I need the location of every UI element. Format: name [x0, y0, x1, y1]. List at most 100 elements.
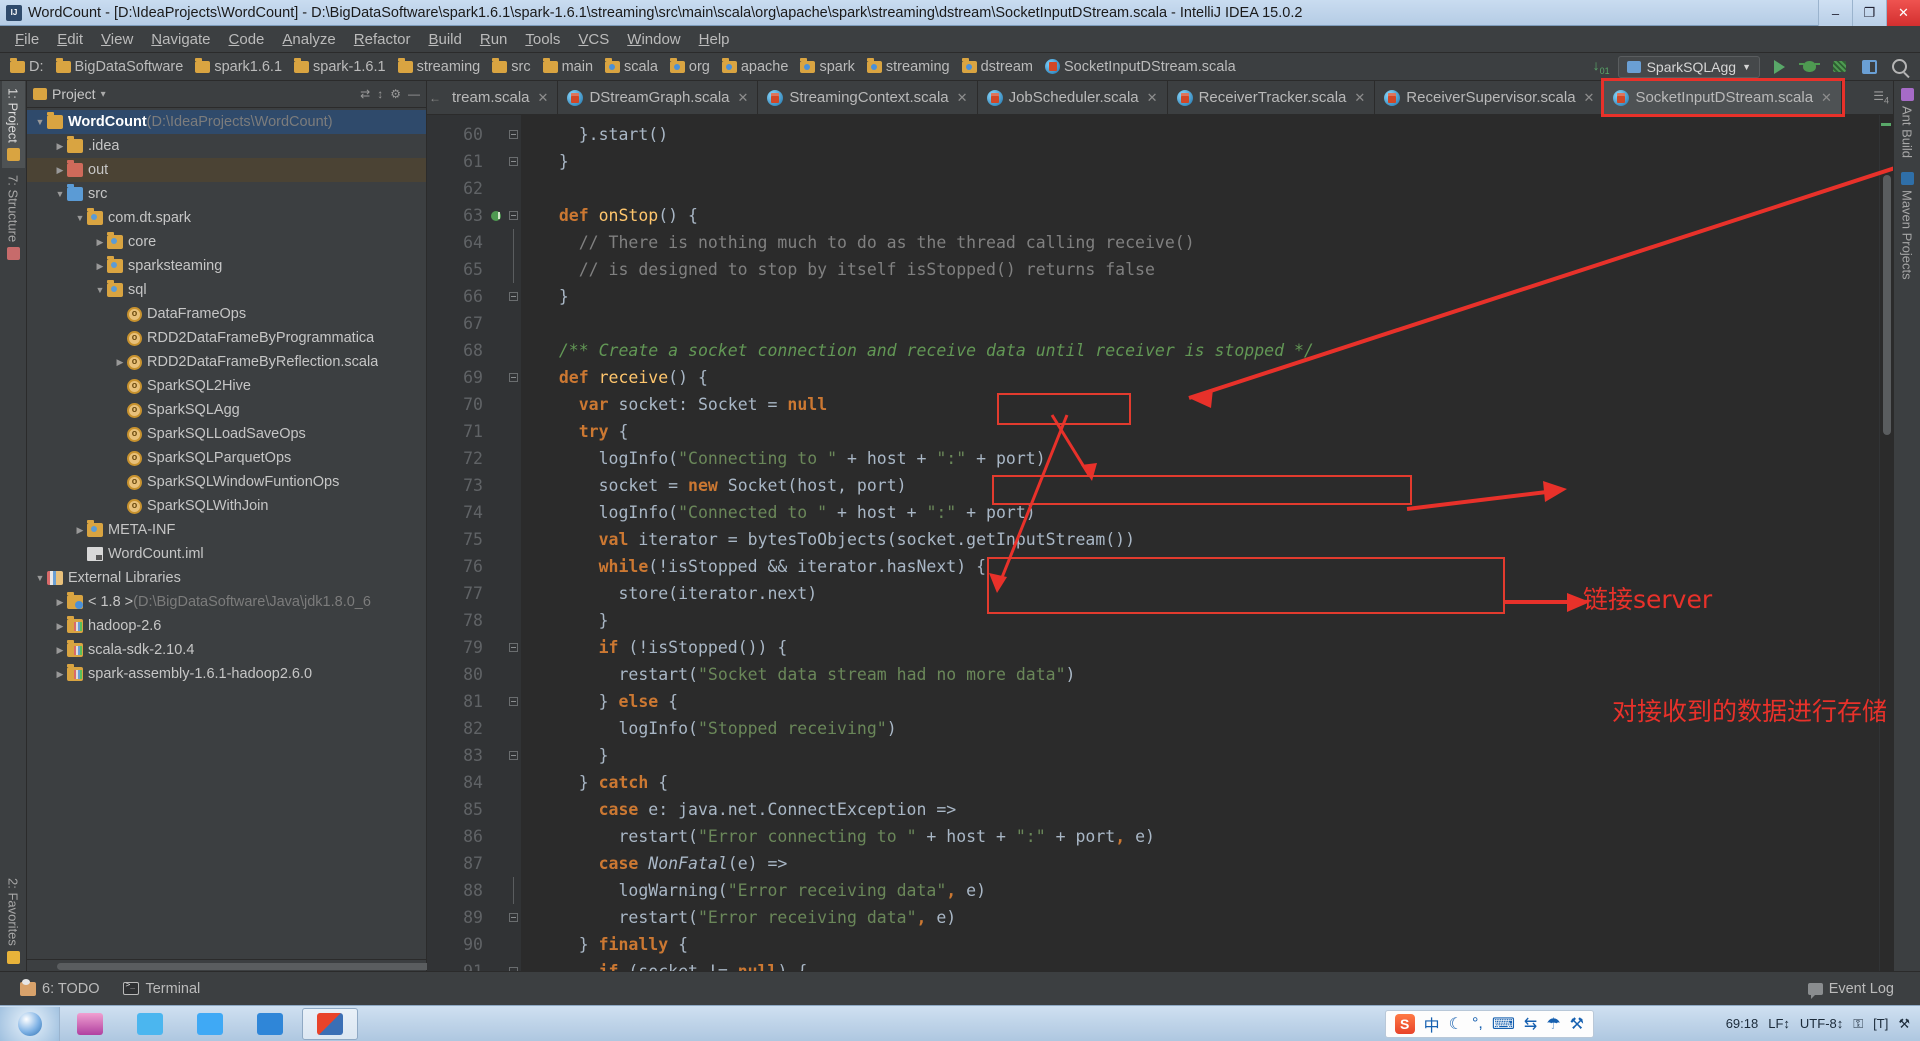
tree-node[interactable]: DataFrameOps [27, 302, 426, 326]
minimize-button[interactable]: – [1818, 0, 1852, 26]
caret-position[interactable]: 69:18 [1726, 1016, 1759, 1031]
tool-window-mavenprojects[interactable]: Maven Projects [1896, 165, 1919, 287]
tree-node[interactable]: RDD2DataFrameByProgrammatica [27, 326, 426, 350]
tree-node[interactable]: META-INF [27, 518, 426, 542]
tree-node[interactable]: .idea [27, 134, 426, 158]
close-icon[interactable]: ✕ [1147, 90, 1158, 106]
close-icon[interactable]: ✕ [738, 90, 749, 106]
chevron-right-icon[interactable] [93, 237, 107, 248]
breadcrumb-item-3[interactable]: spark-1.6.1 [290, 57, 393, 76]
menu-refactor[interactable]: Refactor [345, 28, 420, 51]
chevron-right-icon[interactable] [113, 357, 127, 368]
tool-window-antbuild[interactable]: Ant Build [1896, 81, 1919, 165]
taskbar-item-idea[interactable] [302, 1007, 358, 1040]
ime-glyph-4[interactable]: ⇆ [1524, 1014, 1537, 1034]
editor-tab-receivertracker-scala[interactable]: ReceiverTracker.scala ✕ [1168, 81, 1376, 114]
ime-glyph-6[interactable]: ⚒ [1570, 1014, 1584, 1034]
menu-analyze[interactable]: Analyze [273, 28, 344, 51]
breadcrumb-item-10[interactable]: spark [796, 57, 861, 76]
ime-glyph-5[interactable]: ☂ [1546, 1014, 1560, 1034]
menu-edit[interactable]: Edit [48, 28, 92, 51]
maximize-button[interactable]: ❐ [1852, 0, 1886, 26]
breadcrumb-item-5[interactable]: src [488, 57, 537, 76]
tree-node[interactable]: SparkSQLWithJoin [27, 494, 426, 518]
chevron-right-icon[interactable] [53, 645, 67, 656]
collapse-all-icon[interactable]: ⇄ [360, 87, 370, 101]
chevron-down-icon[interactable] [93, 285, 107, 295]
tool-window-favorites[interactable]: 2: Favorites [2, 871, 25, 971]
editor-tab-dstreamgraph-scala[interactable]: DStreamGraph.scala ✕ [558, 81, 759, 114]
project-title[interactable]: Project ▾ [33, 86, 106, 102]
chevron-down-icon[interactable] [33, 117, 47, 127]
menu-run[interactable]: Run [471, 28, 517, 51]
tool-window-project[interactable]: 1: Project [1, 81, 25, 168]
tree-node[interactable]: SparkSQLWindowFuntionOps [27, 470, 426, 494]
editor-tab-streamingcontext-scala[interactable]: StreamingContext.scala ✕ [758, 81, 978, 114]
close-icon[interactable]: ✕ [957, 90, 968, 106]
editor-tab-receiversupervisor-scala[interactable]: ReceiverSupervisor.scala ✕ [1375, 81, 1605, 114]
tab-list-icon[interactable]: ☰4 [1873, 89, 1889, 105]
tree-node[interactable]: WordCount (D:\IdeaProjects\WordCount) [27, 110, 426, 134]
breadcrumb-item-0[interactable]: D: [6, 57, 51, 76]
taskbar-item-app4[interactable] [242, 1008, 298, 1040]
chevron-right-icon[interactable] [53, 141, 67, 152]
close-button[interactable]: ✕ [1886, 0, 1920, 26]
taskbar-item-app2[interactable] [122, 1008, 178, 1040]
search-icon[interactable] [1888, 56, 1910, 78]
chevron-down-icon[interactable] [33, 573, 47, 583]
start-button[interactable] [0, 1006, 60, 1041]
chevron-right-icon[interactable] [53, 597, 67, 608]
ime-glyph-2[interactable]: °, [1472, 1015, 1483, 1033]
menu-view[interactable]: View [92, 28, 142, 51]
menu-code[interactable]: Code [220, 28, 274, 51]
ime-glyph-0[interactable]: 中 [1424, 1012, 1440, 1036]
run-with-coverage-button[interactable] [1828, 56, 1850, 78]
tree-node[interactable]: WordCount.iml [27, 542, 426, 566]
editor-tab-socketinputdstream-scala[interactable]: SocketInputDStream.scala ✕ [1604, 81, 1842, 114]
status-item-terminal[interactable]: Terminal [111, 980, 212, 997]
file-encoding[interactable]: UTF-8↕ [1800, 1016, 1843, 1031]
chevron-right-icon[interactable] [93, 261, 107, 272]
debug-button[interactable] [1798, 56, 1820, 78]
taskbar-item-explorer[interactable] [62, 1008, 118, 1040]
lock-icon[interactable]: ⚿ [1853, 1016, 1863, 1032]
chevron-down-icon[interactable] [53, 189, 67, 199]
tree-node[interactable]: RDD2DataFrameByReflection.scala [27, 350, 426, 374]
tree-node[interactable]: SparkSQLAgg [27, 398, 426, 422]
close-icon[interactable]: ✕ [1821, 90, 1832, 106]
git-branch-icon[interactable]: [T] [1873, 1016, 1888, 1031]
chevron-right-icon[interactable] [73, 525, 87, 536]
tab-scroll-left-icon[interactable]: ← [427, 81, 443, 114]
menu-vcs[interactable]: VCS [569, 28, 618, 51]
chevron-down-icon[interactable] [73, 213, 87, 223]
menu-build[interactable]: Build [419, 28, 470, 51]
close-icon[interactable]: ✕ [538, 90, 549, 106]
tree-node[interactable]: hadoop-2.6 [27, 614, 426, 638]
close-icon[interactable]: ✕ [1584, 90, 1595, 106]
menu-window[interactable]: Window [618, 28, 689, 51]
project-tree[interactable]: WordCount (D:\IdeaProjects\WordCount) .id… [27, 108, 426, 959]
update-icon[interactable]: ↓01 [1593, 57, 1610, 76]
ime-glyph-1[interactable]: ☾ [1449, 1014, 1463, 1034]
status-item-todo[interactable]: 6: TODO [8, 978, 111, 997]
settings-gear-icon[interactable]: ⚙ [390, 87, 401, 101]
breadcrumb-item-13[interactable]: SocketInputDStream.scala [1041, 58, 1243, 76]
tree-node[interactable]: SparkSQL2Hive [27, 374, 426, 398]
line-separator[interactable]: LF↕ [1768, 1016, 1790, 1031]
menu-navigate[interactable]: Navigate [142, 28, 219, 51]
breadcrumb-item-7[interactable]: scala [601, 57, 665, 76]
tree-node[interactable]: sparksteaming [27, 254, 426, 278]
breadcrumb-item-2[interactable]: spark1.6.1 [191, 57, 289, 76]
tree-node[interactable]: src [27, 182, 426, 206]
close-icon[interactable]: ✕ [1354, 90, 1365, 106]
breadcrumb-item-6[interactable]: main [539, 57, 600, 76]
menu-help[interactable]: Help [690, 28, 739, 51]
breadcrumb-item-4[interactable]: streaming [394, 57, 488, 76]
tree-node[interactable]: scala-sdk-2.10.4 [27, 638, 426, 662]
breadcrumb-item-9[interactable]: apache [718, 57, 796, 76]
sogou-icon[interactable]: S [1394, 1014, 1415, 1034]
hector-icon[interactable]: ⚒ [1898, 1016, 1910, 1032]
run-configuration-selector[interactable]: SparkSQLAgg ▼ [1617, 55, 1760, 78]
tree-node[interactable]: sql [27, 278, 426, 302]
chevron-right-icon[interactable] [53, 621, 67, 632]
